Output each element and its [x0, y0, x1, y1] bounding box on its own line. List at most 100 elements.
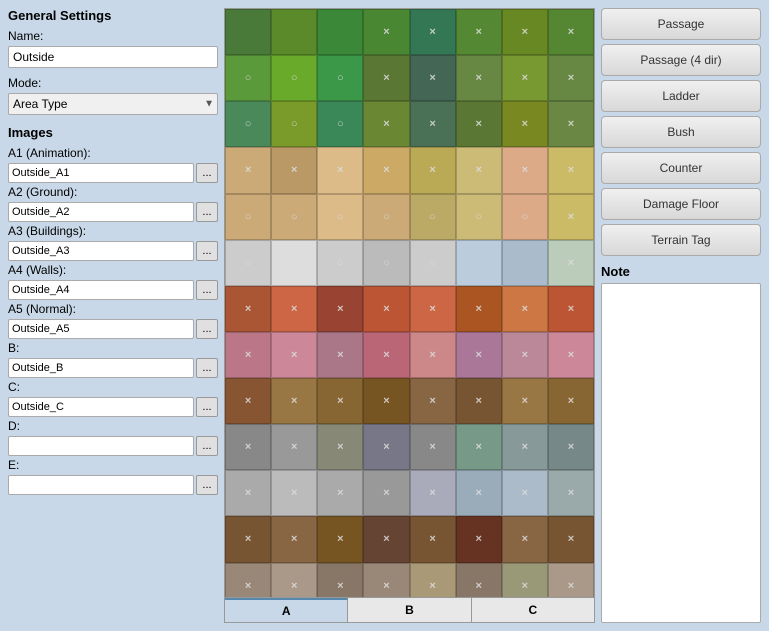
tile-cell[interactable]: × — [410, 563, 456, 599]
c-browse-button[interactable]: ... — [196, 397, 218, 417]
tile-cell[interactable]: × — [456, 147, 502, 193]
tile-cell[interactable]: × — [456, 378, 502, 424]
tile-cell[interactable]: × — [502, 424, 548, 470]
tile-cell[interactable] — [271, 9, 317, 55]
tile-cell[interactable]: × — [363, 55, 409, 101]
tile-cell[interactable]: × — [410, 286, 456, 332]
tile-cell[interactable]: × — [363, 101, 409, 147]
tile-cell[interactable]: × — [410, 101, 456, 147]
tab-a[interactable]: A — [225, 598, 348, 622]
e-input[interactable] — [8, 475, 194, 495]
tile-cell[interactable]: × — [410, 332, 456, 378]
tile-cell[interactable]: × — [548, 424, 594, 470]
passage4dir-button[interactable]: Passage (4 dir) — [601, 44, 761, 76]
note-textarea[interactable] — [601, 283, 761, 623]
tile-cell[interactable]: × — [410, 470, 456, 516]
tile-cell[interactable]: × — [548, 332, 594, 378]
a4-input[interactable] — [8, 280, 194, 300]
tile-cell[interactable]: × — [271, 424, 317, 470]
tile-cell[interactable]: ○ — [410, 194, 456, 240]
d-input[interactable] — [8, 436, 194, 456]
b-input[interactable] — [8, 358, 194, 378]
tile-cell[interactable]: × — [225, 378, 271, 424]
tile-cell[interactable]: × — [548, 194, 594, 240]
tile-cell[interactable]: × — [548, 516, 594, 562]
tile-cell[interactable]: × — [363, 424, 409, 470]
tile-cell[interactable]: × — [363, 470, 409, 516]
a2-input[interactable] — [8, 202, 194, 222]
tile-cell[interactable]: × — [410, 378, 456, 424]
tile-cell[interactable]: × — [502, 470, 548, 516]
tile-cell[interactable]: × — [317, 470, 363, 516]
tile-cell[interactable]: × — [225, 332, 271, 378]
tile-cell[interactable]: ○ — [456, 194, 502, 240]
tile-cell[interactable]: ○ — [317, 55, 363, 101]
a3-browse-button[interactable]: ... — [196, 241, 218, 261]
tile-cell[interactable]: ○ — [225, 194, 271, 240]
tile-cell[interactable]: × — [317, 286, 363, 332]
c-input[interactable] — [8, 397, 194, 417]
tile-cell[interactable]: ○ — [271, 101, 317, 147]
tile-cell[interactable]: ○ — [363, 240, 409, 286]
name-input[interactable] — [8, 46, 218, 68]
tile-cell[interactable]: × — [271, 332, 317, 378]
tile-cell[interactable] — [456, 240, 502, 286]
tile-cell[interactable]: ○ — [271, 55, 317, 101]
tile-cell[interactable]: × — [271, 286, 317, 332]
tile-cell[interactable]: × — [548, 240, 594, 286]
tile-cell[interactable] — [502, 240, 548, 286]
a4-browse-button[interactable]: ... — [196, 280, 218, 300]
tile-cell[interactable]: × — [502, 101, 548, 147]
tile-cell[interactable]: × — [456, 332, 502, 378]
bush-button[interactable]: Bush — [601, 116, 761, 148]
a1-browse-button[interactable]: ... — [196, 163, 218, 183]
tile-cell[interactable]: × — [225, 147, 271, 193]
tile-cell[interactable] — [225, 9, 271, 55]
tile-cell[interactable] — [317, 9, 363, 55]
tab-b[interactable]: B — [348, 598, 471, 622]
a1-input[interactable] — [8, 163, 194, 183]
tile-cell[interactable]: × — [502, 332, 548, 378]
a5-input[interactable] — [8, 319, 194, 339]
tile-cell[interactable]: × — [456, 101, 502, 147]
tile-cell[interactable]: ○ — [225, 240, 271, 286]
tile-cell[interactable]: × — [363, 516, 409, 562]
tile-cell[interactable]: × — [271, 147, 317, 193]
d-browse-button[interactable]: ... — [196, 436, 218, 456]
a2-browse-button[interactable]: ... — [196, 202, 218, 222]
tile-cell[interactable]: × — [410, 516, 456, 562]
tile-cell[interactable]: × — [548, 147, 594, 193]
tile-cell[interactable]: ○ — [363, 194, 409, 240]
tile-cell[interactable]: × — [225, 424, 271, 470]
tile-cell[interactable]: × — [502, 563, 548, 599]
mode-select[interactable]: Area Type World Map Dungeon — [8, 93, 218, 115]
terrain-tag-button[interactable]: Terrain Tag — [601, 224, 761, 256]
tile-cell[interactable]: × — [410, 55, 456, 101]
tile-cell[interactable]: × — [456, 55, 502, 101]
tile-cell[interactable]: × — [225, 286, 271, 332]
tile-cell[interactable]: × — [548, 55, 594, 101]
a3-input[interactable] — [8, 241, 194, 261]
tile-cell[interactable]: × — [410, 424, 456, 470]
tile-cell[interactable]: × — [548, 286, 594, 332]
a5-browse-button[interactable]: ... — [196, 319, 218, 339]
tile-cell[interactable]: ○ — [410, 240, 456, 286]
tile-cell[interactable]: × — [456, 286, 502, 332]
tile-cell[interactable]: × — [271, 563, 317, 599]
tile-cell[interactable]: × — [363, 332, 409, 378]
tile-cell[interactable]: × — [502, 378, 548, 424]
damage-floor-button[interactable]: Damage Floor — [601, 188, 761, 220]
tile-cell[interactable]: ○ — [317, 240, 363, 286]
passage-button[interactable]: Passage — [601, 8, 761, 40]
tile-cell[interactable]: × — [317, 516, 363, 562]
tile-cell[interactable]: ○ — [225, 101, 271, 147]
tile-cell[interactable]: × — [456, 424, 502, 470]
e-browse-button[interactable]: ... — [196, 475, 218, 495]
tile-cell[interactable]: × — [548, 378, 594, 424]
tile-cell[interactable]: × — [548, 9, 594, 55]
tile-cell[interactable]: × — [225, 563, 271, 599]
tile-cell[interactable]: × — [363, 147, 409, 193]
tile-container[interactable]: ×××××○○○×××××○○○×××××××××××××○○○○○○○×○○○… — [224, 8, 595, 598]
tile-cell[interactable]: × — [317, 378, 363, 424]
tile-cell[interactable]: × — [502, 9, 548, 55]
